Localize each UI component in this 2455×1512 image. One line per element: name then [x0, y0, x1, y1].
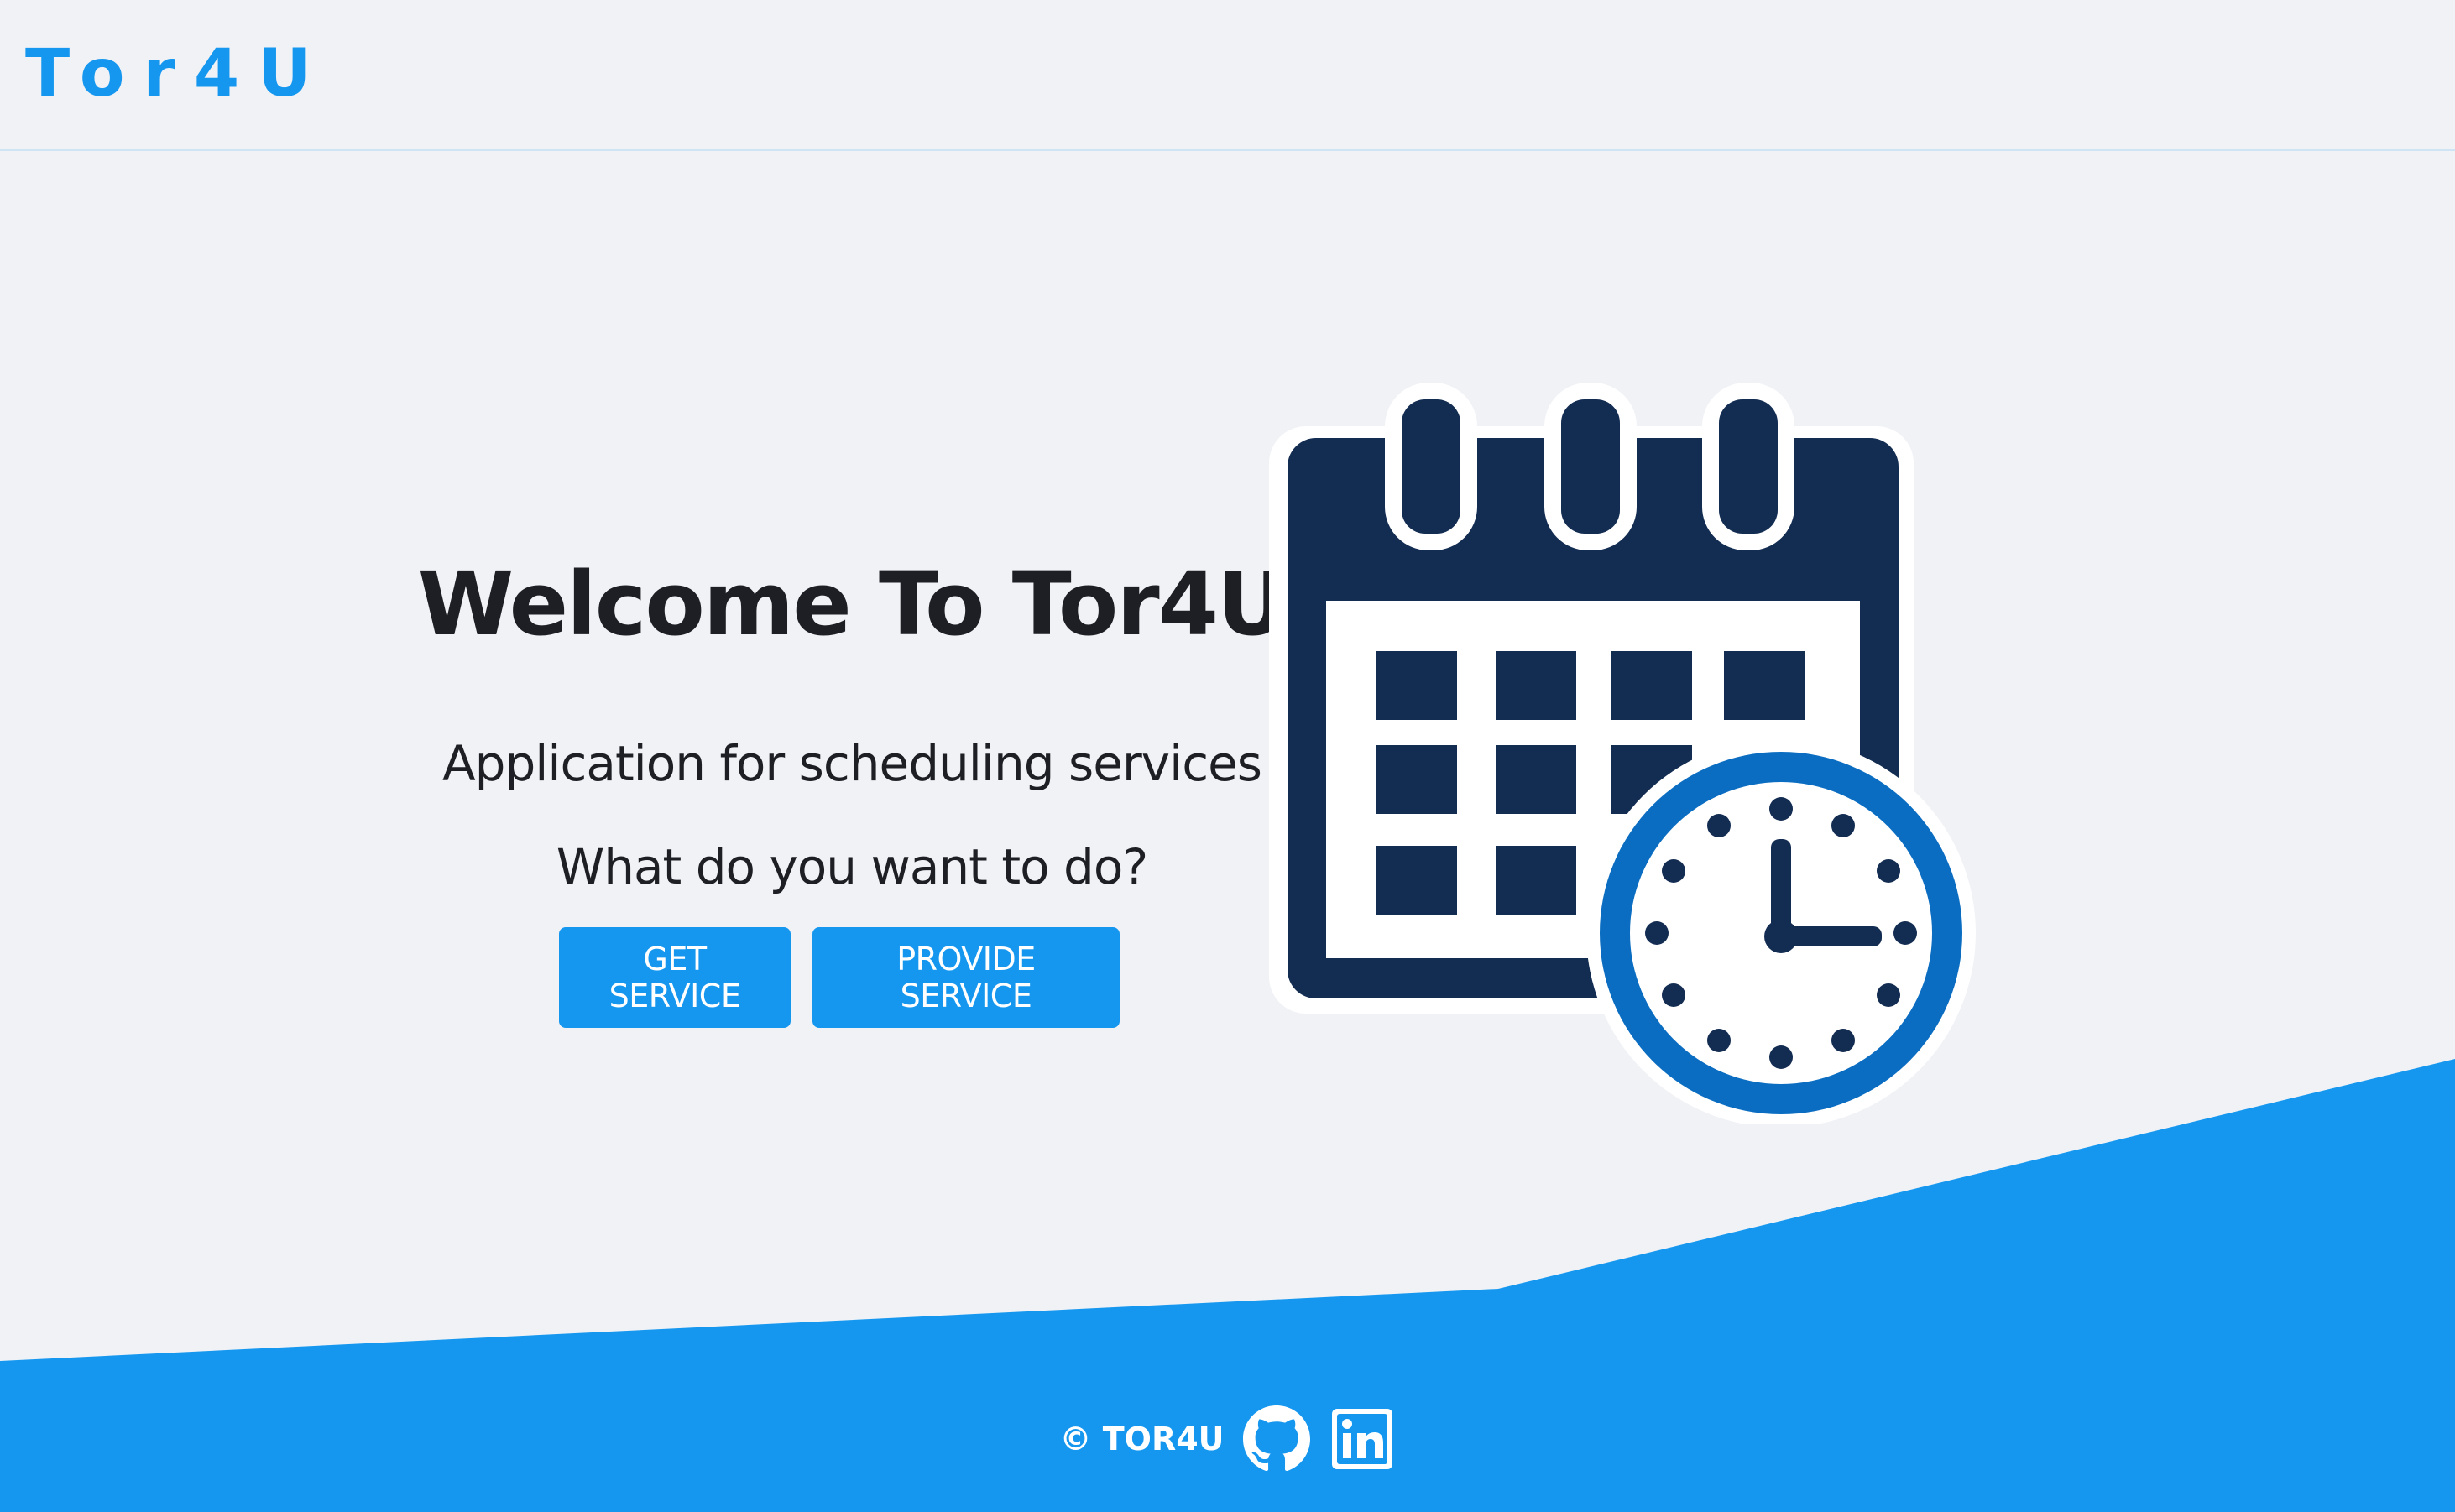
hero-actions: GET SERVICE PROVIDE SERVICE: [559, 927, 1120, 1028]
calendar-clock-icon: [1269, 383, 1976, 1124]
calendar-rings: [1385, 383, 1794, 550]
hero-question: What do you want to do?: [556, 838, 1148, 895]
page: Tor4U Welcome To Tor4U Application for s…: [0, 0, 2455, 1512]
footer-copyright: © TOR4U: [1059, 1421, 1225, 1457]
get-service-button[interactable]: GET SERVICE: [559, 927, 791, 1028]
navbar: Tor4U: [0, 0, 2455, 151]
hero-section: Welcome To Tor4U Application for schedul…: [394, 537, 1309, 905]
footer: © TOR4U: [0, 1376, 2455, 1502]
github-icon[interactable]: [1242, 1405, 1310, 1473]
brand-logo-link[interactable]: Tor4U: [25, 32, 330, 116]
hero-title: Welcome To Tor4U: [417, 553, 1288, 655]
clock-icon: [1586, 738, 1976, 1124]
hero-subtitle: Application for scheduling services: [441, 735, 1262, 792]
provide-service-button[interactable]: PROVIDE SERVICE: [812, 927, 1120, 1028]
linkedin-icon[interactable]: [1329, 1405, 1396, 1473]
